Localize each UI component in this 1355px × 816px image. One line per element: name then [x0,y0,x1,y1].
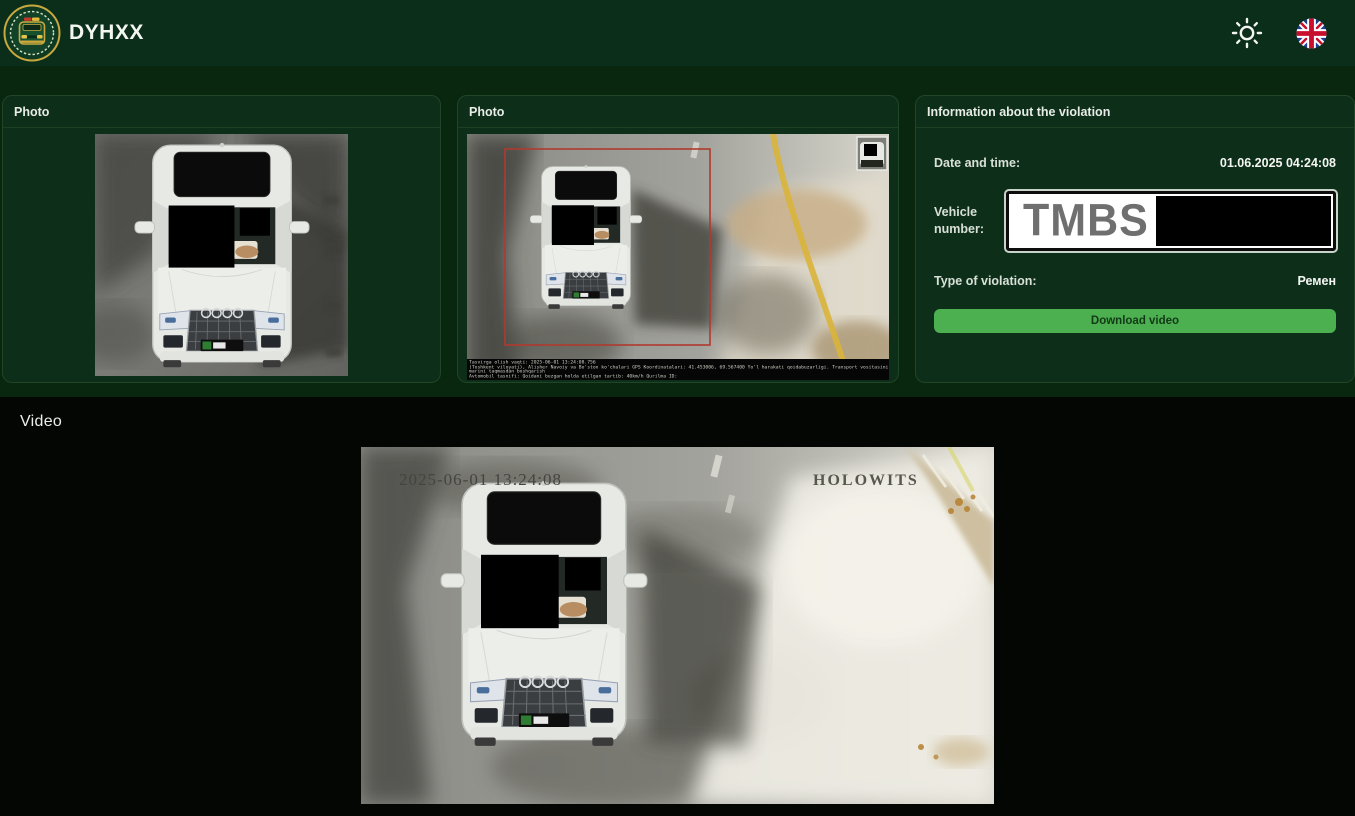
photo-caption-text: Tasvirga olish vaqti: 2025-06-01 13:24:0… [469,360,889,380]
app-title: DYHXX [69,21,144,44]
caption-line: Avtomobil tasnifi: Qoidani buzgan holda … [469,373,678,380]
dyhxx-logo [3,4,61,62]
violation-photo-closeup [95,134,348,376]
header-actions [1229,15,1329,51]
theme-toggle-button[interactable] [1229,15,1265,51]
download-video-button[interactable]: Download video [934,309,1336,333]
plate-redaction-box [1156,196,1331,246]
photo-context-wrap: Tasvirga olish vaqti: 2025-06-01 13:24:0… [467,133,898,381]
violation-type-row: Type of violation: Ремен [934,274,1336,288]
photo-caption-overlay: Tasvirga olish vaqti: 2025-06-01 13:24:0… [467,359,889,380]
photo-closeup-body [3,128,440,382]
video-section-title: Video [20,413,63,430]
photo-context-body: Tasvirga olish vaqti: 2025-06-01 13:24:0… [458,128,898,382]
violation-info-body: Date and time: 01.06.2025 04:24:08 Vehic… [916,128,1354,382]
plate-thumbnail-inset [856,136,888,171]
header: DYHXX [0,0,1355,66]
language-button[interactable] [1293,15,1329,51]
sun-icon [1231,17,1263,49]
panel-title: Information about the violation [916,96,1354,128]
vehicle-row: Vehicle number: TMBS [934,191,1336,251]
video-player[interactable]: 2025-06-01 13:24:08 HOLOWITS [361,446,996,807]
photo-panel-closeup: Photo [2,95,441,383]
video-section: Video 2025-06-01 13:24:08 HOLOWITS [0,397,1355,816]
violation-photo-context [467,133,898,381]
violation-info-panel: Information about the violation Date and… [915,95,1355,383]
video-timestamp: 2025-06-01 13:24:08 [399,470,562,489]
violation-type-value: Ремен [1297,274,1336,288]
violation-type-label: Type of violation: [934,274,1037,288]
panel-title: Photo [3,96,440,128]
video-frame-image: 2025-06-01 13:24:08 HOLOWITS [361,446,996,807]
license-plate-image: TMBS [1006,191,1336,251]
plate-text: TMBS [1023,195,1149,246]
vehicle-number-label: Vehicle number: [934,205,984,236]
date-label: Date and time: [934,156,1021,170]
uk-flag-icon [1295,17,1327,49]
panel-title: Photo [458,96,898,128]
photo-panel-context: Photo Tasvirga olish vaqti: 2025-06-01 1… [457,95,899,383]
date-row: Date and time: 01.06.2025 04:24:08 [934,156,1336,170]
app-root: DYHXX Photo Photo Tasvirga olish vaqti: … [0,0,1355,816]
date-value: 01.06.2025 04:24:08 [1219,156,1336,170]
panels-area: Photo Photo Tasvirga olish vaqti: 2025-0… [0,66,1355,397]
dyhxx-emblem-icon [3,4,61,62]
video-watermark: HOLOWITS [813,472,919,489]
